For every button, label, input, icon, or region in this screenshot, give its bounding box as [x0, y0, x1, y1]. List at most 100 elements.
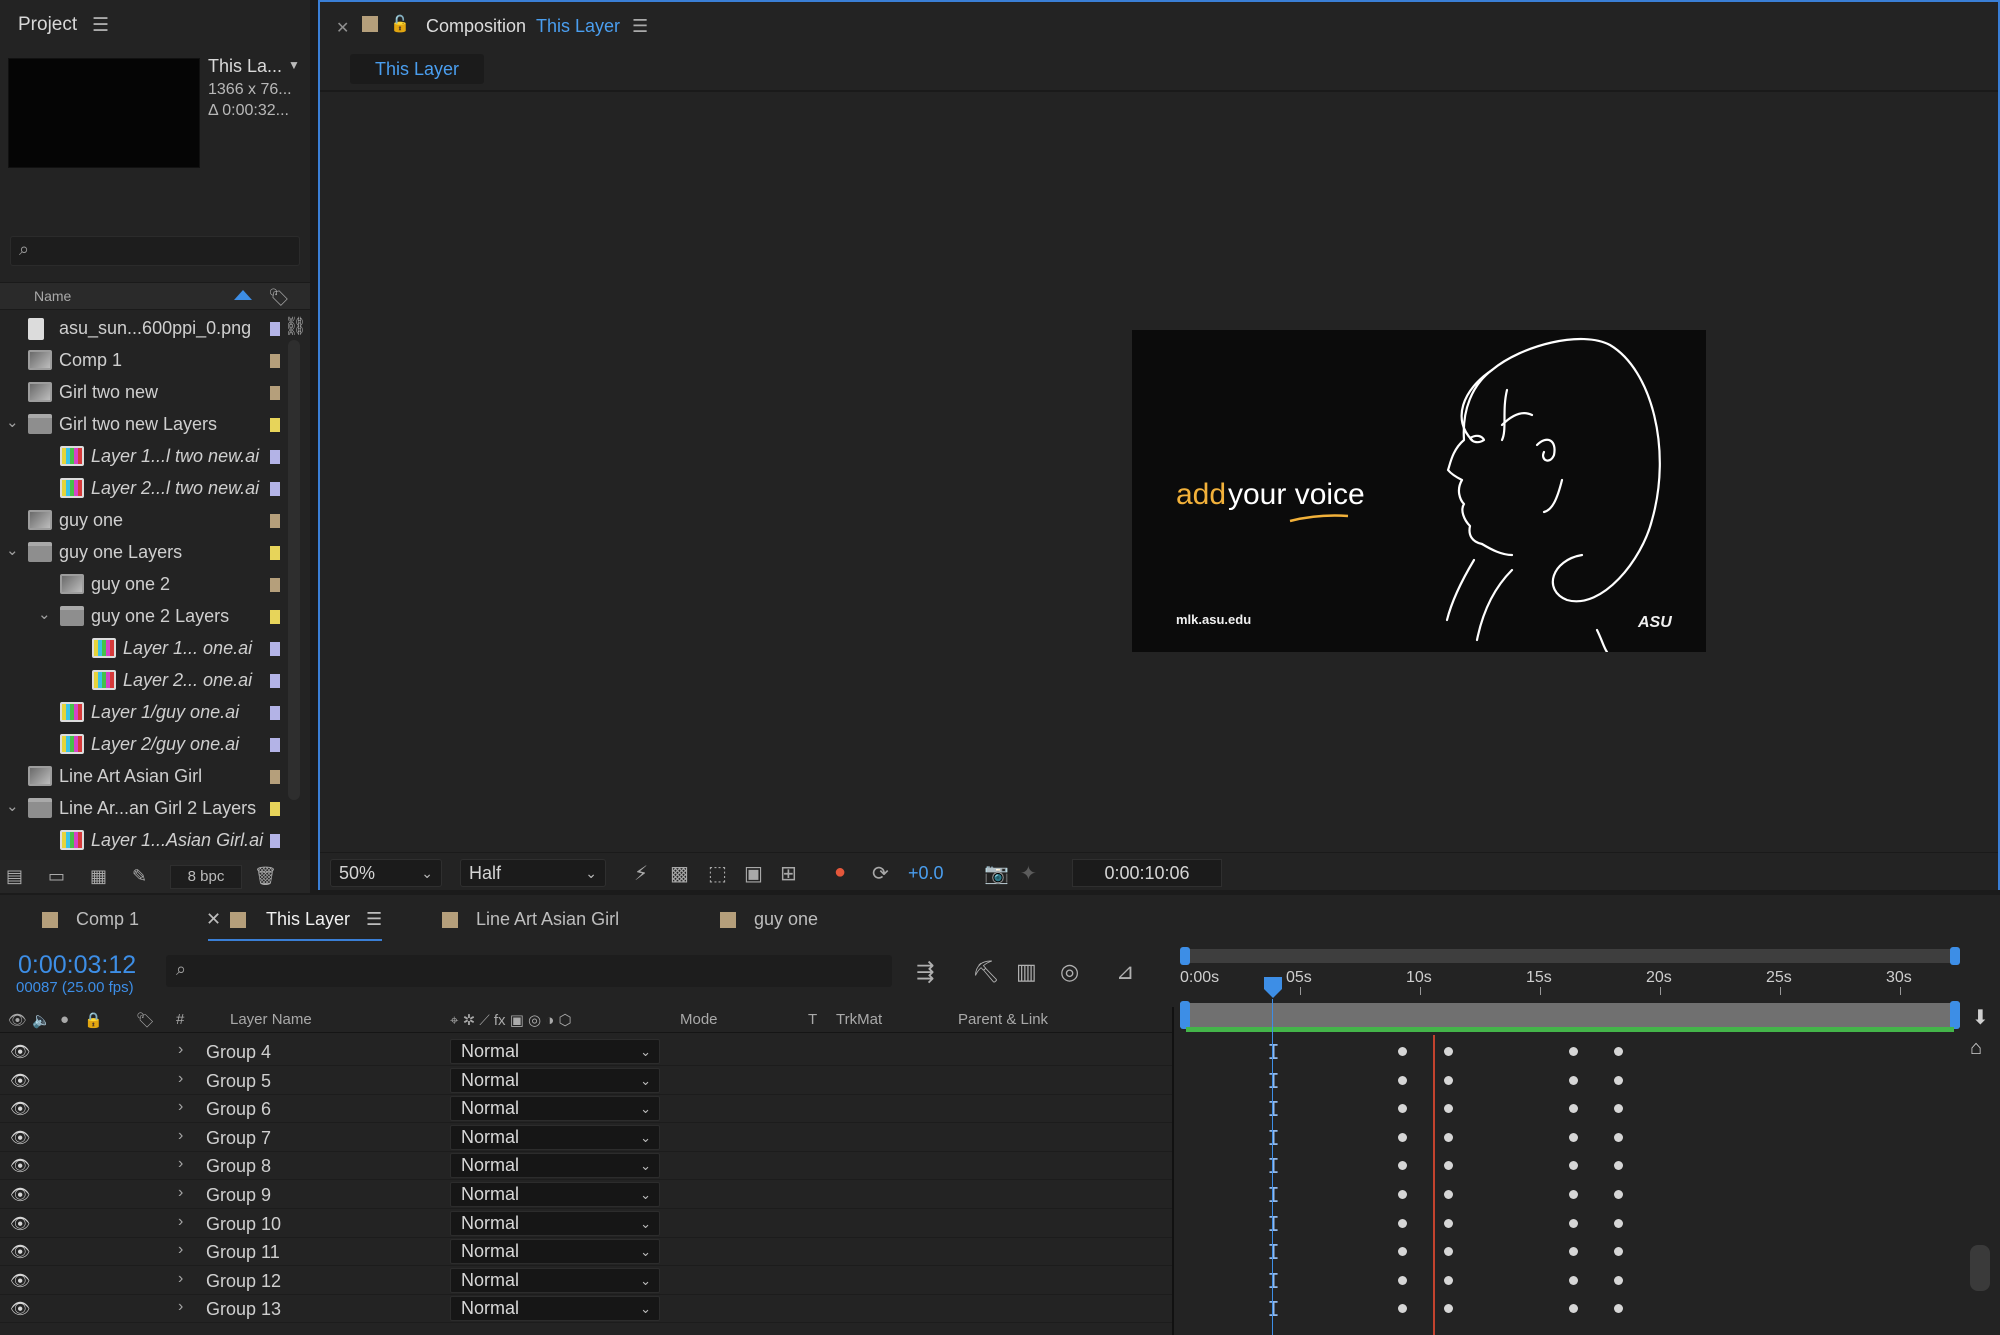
panel-menu-icon[interactable]: ☰ [366, 909, 382, 930]
navigator-start-handle[interactable] [1180, 947, 1190, 965]
layer-number-header[interactable]: # [176, 1011, 184, 1028]
project-item[interactable]: Comp 1 [0, 345, 290, 377]
label-column-icon[interactable]: 🏷 [136, 1011, 155, 1029]
eye-icon[interactable]: 👁 [10, 1099, 30, 1119]
keyframe-marker[interactable] [1568, 1161, 1578, 1171]
chevron-right-icon[interactable]: › [178, 1070, 183, 1088]
label-color-swatch[interactable] [270, 674, 280, 688]
layer-name[interactable]: Group 9 [206, 1185, 271, 1206]
twirl-down-icon[interactable]: ⌄ [38, 605, 51, 623]
project-item-name[interactable]: This La... [208, 56, 282, 77]
label-color-swatch[interactable] [270, 610, 280, 624]
chevron-right-icon[interactable]: › [178, 1213, 183, 1231]
keyframe-marker[interactable] [1398, 1247, 1408, 1257]
keyframe-marker[interactable] [1614, 1075, 1624, 1085]
comp-marker-bin-icon[interactable]: ⬇ [1972, 1005, 1989, 1030]
track-matte-header[interactable]: TrkMat [836, 1011, 882, 1028]
eye-icon[interactable]: 👁 [10, 1128, 30, 1148]
eye-icon[interactable]: 👁 [10, 1042, 30, 1062]
layer-duration-row[interactable]: I [1180, 1238, 1960, 1266]
work-area-end-handle[interactable] [1950, 1001, 1960, 1029]
navigator-end-handle[interactable] [1950, 947, 1960, 965]
layer-duration-row[interactable]: I [1180, 1181, 1960, 1209]
keyframe-marker[interactable] [1568, 1218, 1578, 1228]
keyframe-marker[interactable] [1568, 1075, 1578, 1085]
keyframe-marker[interactable] [1614, 1161, 1624, 1171]
color-channels-icon[interactable]: ● [834, 861, 846, 884]
viewer-current-time[interactable]: 0:00:10:06 [1072, 859, 1222, 887]
keyframe-marker[interactable] [1398, 1304, 1408, 1314]
project-item[interactable]: asu_sun...600ppi_0.png [0, 313, 290, 345]
layer-row[interactable]: 👁 › Group 8 Normal ⌄ [0, 1152, 1172, 1181]
timeline-tab[interactable]: This Layer [266, 909, 350, 930]
layer-name[interactable]: Group 12 [206, 1271, 281, 1292]
project-item[interactable]: Layer 1... one.ai [0, 633, 290, 665]
eye-icon[interactable]: 👁 [10, 1299, 30, 1319]
layer-row[interactable]: 👁 › Group 12 Normal ⌄ [0, 1267, 1172, 1295]
label-tag-icon[interactable]: 🏷 [268, 288, 290, 308]
label-color-swatch[interactable] [270, 578, 280, 592]
layer-row[interactable]: 👁 › Group 13 Normal ⌄ [0, 1295, 1172, 1324]
keyframe-marker[interactable] [1444, 1075, 1453, 1085]
layer-name[interactable]: Group 7 [206, 1128, 271, 1149]
label-color-swatch[interactable] [270, 738, 280, 752]
layer-row[interactable]: 👁 › Group 5 Normal ⌄ [0, 1067, 1172, 1095]
layer-row[interactable]: 👁 › Group 9 Normal ⌄ [0, 1181, 1172, 1209]
timeline-tab[interactable]: guy one [754, 909, 818, 930]
timeline-tab[interactable]: Comp 1 [76, 909, 139, 930]
blend-mode-dropdown[interactable]: Normal ⌄ [450, 1124, 660, 1150]
label-color-swatch[interactable] [270, 642, 280, 656]
timeline-scrollbar[interactable] [1970, 1245, 1990, 1291]
project-item[interactable]: ⌄ Girl two new Layers [0, 409, 290, 441]
keyframe-marker[interactable] [1444, 1247, 1453, 1257]
keyframe-marker[interactable] [1398, 1218, 1408, 1228]
keyframe-marker[interactable] [1568, 1132, 1578, 1142]
label-color-swatch[interactable] [270, 386, 280, 400]
keyframe-marker[interactable] [1398, 1047, 1408, 1056]
layer-row[interactable]: 👁 › Group 7 Normal ⌄ [0, 1124, 1172, 1152]
lock-icon[interactable]: 🔓 [390, 14, 410, 34]
keyframe-marker[interactable] [1614, 1132, 1624, 1142]
project-panel-title[interactable]: Project [18, 14, 77, 36]
layer-row[interactable]: 👁 › Group 6 Normal ⌄ [0, 1095, 1172, 1124]
keyframe-marker[interactable] [1568, 1247, 1578, 1257]
blend-mode-dropdown[interactable]: Normal ⌄ [450, 1210, 660, 1236]
motion-blur-icon[interactable]: ◎ [1060, 959, 1079, 985]
keyframe-marker[interactable] [1444, 1047, 1453, 1056]
blend-mode-dropdown[interactable]: Normal ⌄ [450, 1296, 660, 1322]
project-item[interactable]: Layer 2... one.ai [0, 665, 290, 697]
blend-mode-dropdown[interactable]: Normal ⌄ [450, 1096, 660, 1122]
project-item[interactable]: ⌄ Line Ar...an Girl 2 Layers [0, 793, 290, 825]
layer-name[interactable]: Group 8 [206, 1156, 271, 1177]
audio-switch-icon[interactable]: 🔈 [32, 1011, 51, 1029]
video-switch-icon[interactable]: 👁 [8, 1011, 27, 1029]
close-icon[interactable]: ✕ [206, 909, 221, 930]
chevron-down-icon[interactable]: ▼ [288, 58, 300, 72]
keyframe-marker[interactable] [1568, 1047, 1578, 1056]
bit-depth-button[interactable]: 8 bpc [170, 865, 242, 889]
layer-row[interactable]: 👁 › Group 10 Normal ⌄ [0, 1210, 1172, 1238]
keyframe-marker[interactable] [1614, 1104, 1624, 1114]
layer-name[interactable]: Group 13 [206, 1299, 281, 1320]
keyframe-marker[interactable] [1444, 1275, 1453, 1285]
resolution-dropdown[interactable]: Half ⌄ [460, 859, 606, 887]
chevron-right-icon[interactable]: › [178, 1098, 183, 1116]
layer-name[interactable]: Group 4 [206, 1042, 271, 1063]
new-folder-icon[interactable]: ▭ [48, 866, 65, 887]
project-search-input[interactable]: ⌕ [10, 236, 300, 266]
label-color-swatch[interactable] [270, 802, 280, 816]
keyframe-marker[interactable] [1614, 1190, 1624, 1199]
project-item[interactable]: Layer 1...Asian Girl.ai [0, 825, 290, 857]
layer-row[interactable]: 👁 › Group 11 Normal ⌄ [0, 1238, 1172, 1267]
keyframe-marker[interactable] [1398, 1275, 1408, 1285]
eye-icon[interactable]: 👁 [10, 1185, 30, 1205]
project-item[interactable]: guy one [0, 505, 290, 537]
blend-mode-dropdown[interactable]: Normal ⌄ [450, 1039, 660, 1064]
chevron-right-icon[interactable]: › [178, 1241, 183, 1259]
layer-duration-row[interactable]: I [1180, 1267, 1960, 1295]
label-color-swatch[interactable] [270, 482, 280, 496]
timeline-tab[interactable]: Line Art Asian Girl [476, 909, 619, 930]
chevron-right-icon[interactable]: › [178, 1041, 183, 1059]
current-time-display[interactable]: 0:00:03:12 [18, 951, 136, 980]
keyframe-marker[interactable] [1398, 1132, 1408, 1142]
